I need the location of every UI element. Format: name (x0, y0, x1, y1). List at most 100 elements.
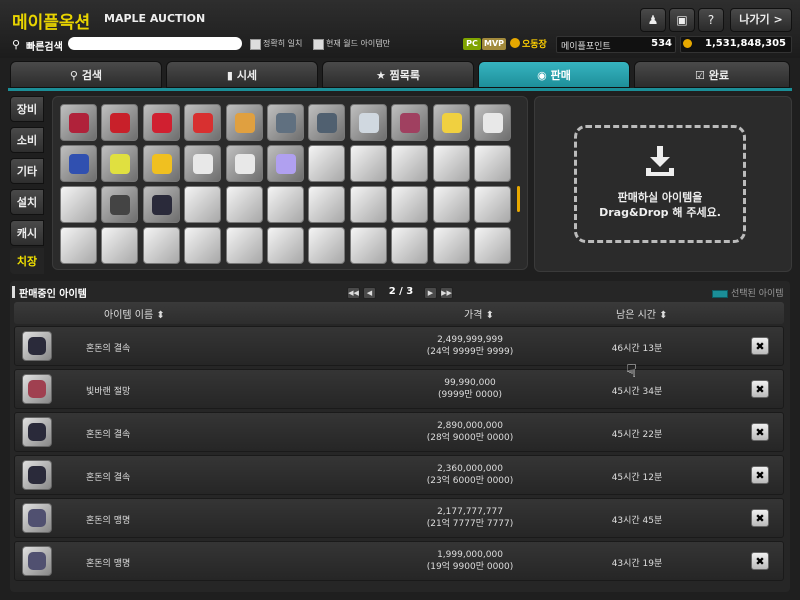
search-input[interactable] (68, 37, 242, 50)
first-page-button[interactable]: ◀◀ (347, 287, 360, 299)
price-value: 99,990,000 (444, 378, 496, 388)
inventory-slot[interactable] (474, 104, 511, 141)
item-name: 혼돈의 결속 (86, 473, 131, 483)
inventory-slot[interactable] (267, 186, 304, 223)
inventory-slot[interactable] (308, 145, 346, 182)
inventory-slot[interactable] (391, 145, 429, 182)
inventory-slot[interactable] (184, 145, 222, 182)
col-name-header[interactable]: 아이템 이름 ⬍ (104, 306, 165, 321)
remaining-time: 43시간 45분 (611, 516, 663, 526)
inventory-slot[interactable] (432, 227, 470, 264)
inventory-slot[interactable] (142, 145, 180, 182)
inventory-slot[interactable] (432, 186, 470, 223)
cancel-sale-button[interactable]: ✖ (751, 466, 769, 484)
remaining-time: 45시간 22분 (611, 430, 663, 440)
cancel-sale-button[interactable]: ✖ (751, 509, 769, 527)
inventory-slot[interactable] (308, 104, 346, 141)
inventory-slot[interactable] (474, 186, 511, 223)
inventory-slot[interactable] (225, 145, 263, 182)
inventory-slot[interactable] (184, 186, 222, 223)
inventory-slot[interactable] (142, 104, 180, 141)
inventory-slot[interactable] (142, 227, 180, 264)
cancel-sale-button[interactable]: ✖ (751, 380, 769, 398)
current-world-checkbox[interactable] (313, 39, 324, 50)
tab-label: 판매 (550, 69, 571, 82)
side-tab-equip[interactable]: 장비 (10, 96, 44, 122)
side-tab-cosmetic[interactable]: 치장 (10, 248, 44, 274)
inventory-slot[interactable] (349, 104, 387, 141)
inventory-slot[interactable] (184, 227, 222, 264)
inventory-slot[interactable] (60, 145, 97, 182)
prev-page-button[interactable]: ◀ (363, 287, 376, 299)
inventory-slot[interactable] (267, 145, 304, 182)
side-tab-cash[interactable]: 캐시 (10, 220, 44, 246)
item-icon (441, 113, 462, 133)
col-time-header[interactable]: 남은 시간 ⬍ (616, 306, 668, 321)
next-page-button[interactable]: ▶ (424, 287, 437, 299)
inventory-slot[interactable] (184, 104, 222, 141)
inventory-slot[interactable] (142, 186, 180, 223)
item-icon (22, 417, 52, 447)
item-price: 2,890,000,000 (28억 9000만 0000) (410, 420, 530, 444)
meso-value: 1,531,848,305 (705, 38, 786, 49)
title-bar-marker (12, 286, 15, 298)
inventory-slot[interactable] (391, 104, 429, 141)
cancel-sale-button[interactable]: ✖ (751, 337, 769, 355)
inventory-slot[interactable] (267, 104, 304, 141)
tab-underline (8, 88, 792, 91)
side-tab-use[interactable]: 소비 (10, 127, 44, 153)
inventory-slot[interactable] (225, 227, 263, 264)
inventory-slot[interactable] (432, 104, 470, 141)
item-icon-glyph (28, 337, 46, 355)
inventory-slot[interactable] (267, 227, 304, 264)
inventory-slot[interactable] (101, 227, 139, 264)
inventory-slot[interactable] (60, 104, 97, 141)
inventory-slot[interactable] (474, 145, 511, 182)
shop-button[interactable]: ▣ (669, 8, 695, 32)
inventory-scrollbar[interactable] (517, 186, 520, 212)
help-button[interactable]: ? (698, 8, 724, 32)
inventory-slot[interactable] (60, 227, 97, 264)
item-icon (234, 154, 255, 174)
exit-button[interactable]: 나가기 > (730, 8, 792, 32)
exact-match-checkbox[interactable] (250, 39, 261, 50)
item-price: 1,999,000,000 (19억 9900만 0000) (410, 549, 530, 573)
inventory-slot[interactable] (101, 145, 139, 182)
item-icon (110, 113, 131, 133)
last-page-button[interactable]: ▶▶ (440, 287, 453, 299)
inventory-slot[interactable] (101, 186, 139, 223)
inventory-slot[interactable] (225, 104, 263, 141)
inventory-slot[interactable] (432, 145, 470, 182)
drop-text-line1: 판매하실 아이템을 (617, 191, 703, 204)
item-icon-glyph (28, 466, 46, 484)
inventory-slot[interactable] (225, 186, 263, 223)
user-icon: ♟ (647, 13, 659, 27)
tab-search[interactable]: ⚲ 검색 (10, 61, 162, 88)
cancel-sale-button[interactable]: ✖ (751, 423, 769, 441)
tab-complete[interactable]: ☑ 완료 (634, 61, 790, 88)
inventory-slot[interactable] (349, 227, 387, 264)
inventory-slot[interactable] (60, 186, 97, 223)
tab-sell[interactable]: ◉ 판매 (478, 61, 630, 88)
side-tab-setup[interactable]: 설치 (10, 189, 44, 215)
world-icon (510, 38, 520, 48)
remaining-time: 45시간 12분 (611, 473, 663, 483)
tab-price[interactable]: ▮ 시세 (166, 61, 318, 88)
inventory-slot[interactable] (101, 104, 139, 141)
inventory-slot[interactable] (349, 186, 387, 223)
inventory-slot[interactable] (474, 227, 511, 264)
user-button[interactable]: ♟ (640, 8, 666, 32)
current-world-label: 현재 월드 아이템만 (326, 39, 390, 48)
inventory-slot[interactable] (391, 227, 429, 264)
inventory-slot[interactable] (391, 186, 429, 223)
chart-icon: ▮ (226, 69, 237, 82)
drop-zone[interactable] (574, 125, 746, 243)
col-price-header[interactable]: 가격 ⬍ (464, 306, 494, 321)
maple-point-label: 메이플포인트 (561, 42, 611, 52)
tab-wishlist[interactable]: ★ 찜목록 (322, 61, 474, 88)
side-tab-etc[interactable]: 기타 (10, 158, 44, 184)
cancel-sale-button[interactable]: ✖ (751, 552, 769, 570)
inventory-slot[interactable] (308, 227, 346, 264)
inventory-slot[interactable] (308, 186, 346, 223)
inventory-slot[interactable] (349, 145, 387, 182)
